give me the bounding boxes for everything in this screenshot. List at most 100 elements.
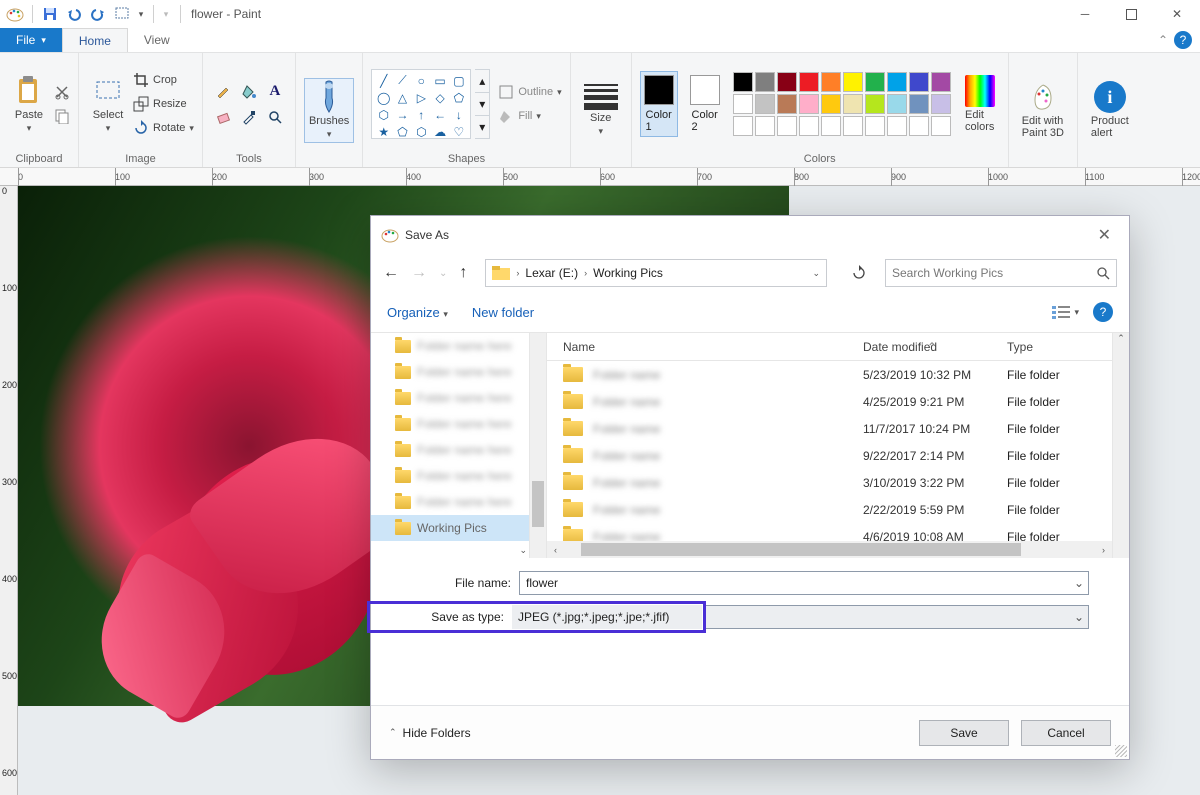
fill-tool-icon[interactable] (237, 79, 261, 103)
qat-overflow-icon[interactable]: ▾ (160, 3, 172, 25)
color-swatch[interactable] (865, 72, 885, 92)
tab-view[interactable]: View (128, 28, 186, 52)
color-swatch[interactable] (799, 72, 819, 92)
eraser-tool-icon[interactable] (211, 105, 235, 129)
nav-back-icon[interactable]: ← (383, 264, 399, 282)
product-alert-button[interactable]: iProduct alert (1086, 78, 1134, 142)
folder-tree[interactable]: Folder name hereFolder name hereFolder n… (371, 332, 546, 558)
shapes-more-icon[interactable]: ▾ (475, 116, 489, 138)
fill-button[interactable]: Fill ▾ (498, 105, 561, 127)
color1-button[interactable]: Color 1 (640, 71, 678, 137)
cut-icon[interactable] (54, 81, 70, 103)
qat-save-icon[interactable] (39, 3, 61, 25)
select-button[interactable]: Select▾ (87, 72, 129, 137)
color-swatch-empty[interactable] (777, 116, 797, 136)
color-swatch[interactable] (733, 72, 753, 92)
edit-colors-button[interactable]: Edit colors (960, 72, 1000, 136)
color-swatch[interactable] (777, 72, 797, 92)
close-button[interactable]: ✕ (1154, 0, 1200, 28)
color-swatch[interactable] (931, 72, 951, 92)
paste-button[interactable]: Paste▾ (8, 72, 50, 137)
minimize-button[interactable]: ─ (1062, 0, 1108, 28)
dialog-help-icon[interactable]: ? (1093, 302, 1113, 322)
color2-button[interactable]: Color 2 (686, 71, 724, 137)
color-swatch[interactable] (865, 94, 885, 114)
filename-input[interactable]: flower⌄ (519, 571, 1089, 595)
nav-up-icon[interactable]: ↑ (459, 264, 467, 282)
save-button[interactable]: Save (919, 720, 1009, 746)
savetype-select[interactable]: ⌄ (706, 605, 1089, 629)
file-list[interactable]: Folder name5/23/2019 10:32 PMFile folder… (547, 361, 1129, 551)
tree-scrollbar[interactable] (529, 333, 546, 558)
tab-home[interactable]: Home (62, 28, 128, 52)
organize-button[interactable]: Organize ▾ (387, 305, 448, 320)
color-swatch-empty[interactable] (843, 116, 863, 136)
size-button[interactable]: Size▾ (579, 81, 623, 140)
color-swatch[interactable] (821, 72, 841, 92)
brushes-button[interactable]: Brushes▾ (304, 78, 354, 143)
shapes-scroll-down-icon[interactable]: ▾ (475, 93, 489, 116)
color-swatch-empty[interactable] (865, 116, 885, 136)
shapes-scroll-up-icon[interactable]: ▴ (475, 70, 489, 93)
color-swatch[interactable] (909, 94, 929, 114)
hide-folders-button[interactable]: ⌃Hide Folders (389, 726, 471, 740)
color-swatch[interactable] (909, 72, 929, 92)
color-swatch-empty[interactable] (909, 116, 929, 136)
tab-file[interactable]: File ▾ (0, 28, 62, 52)
resize-button[interactable]: Resize (133, 93, 194, 115)
pencil-tool-icon[interactable] (211, 79, 235, 103)
resize-grip-icon[interactable] (1115, 745, 1127, 757)
color-swatch-empty[interactable] (821, 116, 841, 136)
search-input[interactable]: Search Working Pics (885, 259, 1117, 287)
color-swatch[interactable] (733, 94, 753, 114)
color-swatch[interactable] (821, 94, 841, 114)
ribbon-collapse-icon[interactable]: ⌃ (1158, 33, 1168, 47)
qat-redo-icon[interactable] (87, 3, 109, 25)
text-tool-icon[interactable]: A (263, 79, 287, 103)
view-options-icon[interactable]: ▾ (1052, 305, 1079, 319)
file-row[interactable]: Folder name5/23/2019 10:32 PMFile folder (547, 361, 1129, 388)
nav-recent-icon[interactable]: ⌄ (439, 268, 447, 279)
cancel-button[interactable]: Cancel (1021, 720, 1111, 746)
file-vscrollbar[interactable]: ⌃ (1112, 333, 1129, 558)
file-hscrollbar[interactable]: ‹› (547, 541, 1112, 558)
color-swatch-empty[interactable] (799, 116, 819, 136)
color-swatch[interactable] (843, 72, 863, 92)
color-palette[interactable] (732, 71, 952, 137)
file-row[interactable]: Folder name9/22/2017 2:14 PMFile folder (547, 442, 1129, 469)
color-swatch-empty[interactable] (887, 116, 907, 136)
file-row[interactable]: Folder name2/22/2019 5:59 PMFile folder (547, 496, 1129, 523)
maximize-button[interactable] (1108, 0, 1154, 28)
color-swatch-empty[interactable] (733, 116, 753, 136)
paint3d-button[interactable]: Edit with Paint 3D (1017, 78, 1069, 142)
color-swatch[interactable] (799, 94, 819, 114)
qat-undo-icon[interactable] (63, 3, 85, 25)
breadcrumb[interactable]: › Lexar (E:) › Working Pics ⌄ (485, 259, 827, 287)
color-swatch[interactable] (777, 94, 797, 114)
rotate-button[interactable]: Rotate ▾ (133, 117, 194, 139)
color-swatch[interactable] (887, 72, 907, 92)
file-row[interactable]: Folder name11/7/2017 10:24 PMFile folder (547, 415, 1129, 442)
color-swatch[interactable] (755, 94, 775, 114)
eyedropper-tool-icon[interactable] (237, 105, 261, 129)
copy-icon[interactable] (54, 105, 70, 127)
color-swatch-empty[interactable] (755, 116, 775, 136)
qat-select-icon[interactable] (111, 3, 133, 25)
color-swatch[interactable] (843, 94, 863, 114)
help-icon[interactable]: ? (1174, 31, 1192, 49)
file-list-header[interactable]: Name ⌃ Date modified Type (547, 333, 1129, 361)
dialog-close-button[interactable]: ✕ (1090, 221, 1119, 249)
nav-forward-icon[interactable]: → (411, 264, 427, 282)
color-swatch[interactable] (755, 72, 775, 92)
file-row[interactable]: Folder name4/25/2019 9:21 PMFile folder (547, 388, 1129, 415)
shapes-gallery[interactable]: ╱⟋○▭▢ ◯△▷◇⬠ ⬡→↑←↓ ★⬠⬡☁♡ (371, 69, 471, 139)
qat-chevron-down-icon[interactable]: ▾ (135, 3, 147, 25)
file-row[interactable]: Folder name3/10/2019 3:22 PMFile folder (547, 469, 1129, 496)
crop-button[interactable]: Crop (133, 69, 194, 91)
magnifier-tool-icon[interactable] (263, 105, 287, 129)
refresh-icon[interactable] (845, 259, 873, 287)
color-swatch[interactable] (931, 94, 951, 114)
color-swatch[interactable] (887, 94, 907, 114)
newfolder-button[interactable]: New folder (472, 305, 534, 320)
color-swatch-empty[interactable] (931, 116, 951, 136)
